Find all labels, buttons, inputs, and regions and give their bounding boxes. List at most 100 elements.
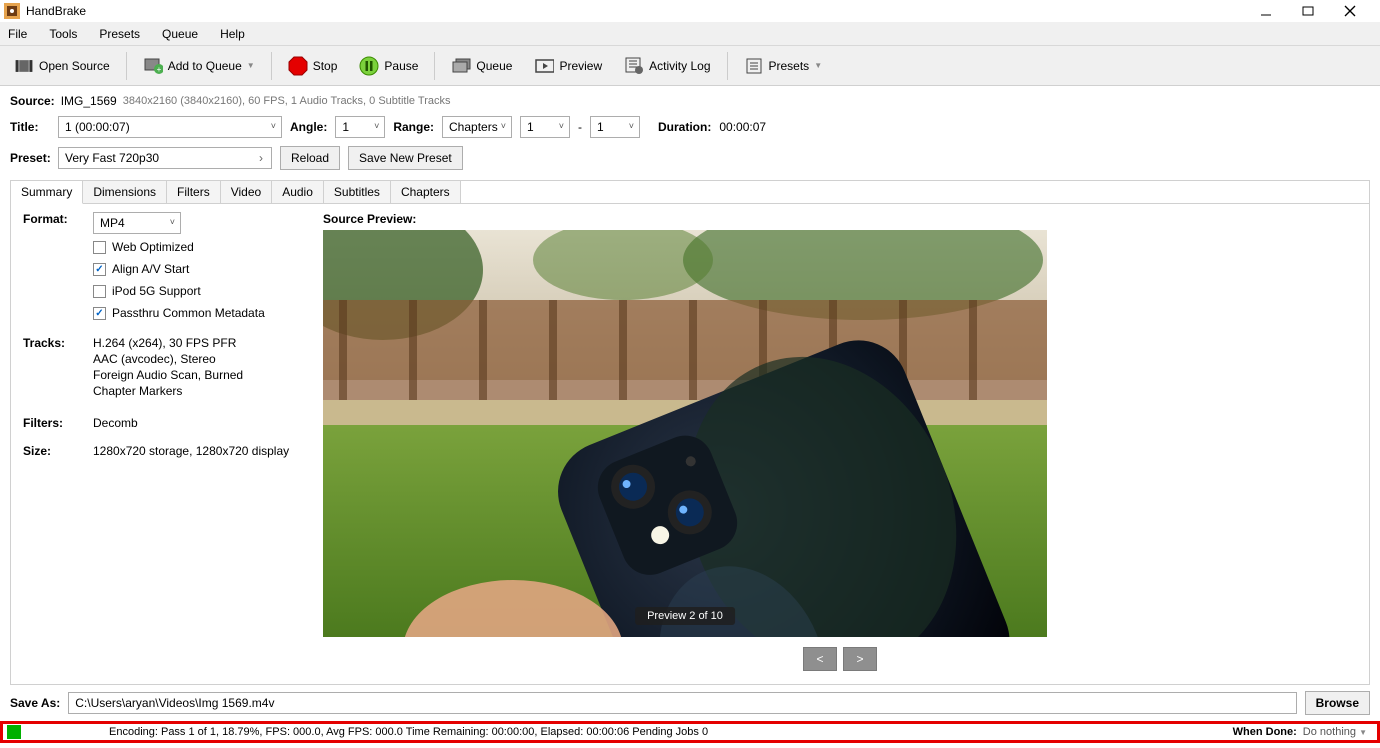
presets-label: Presets bbox=[769, 59, 810, 73]
menu-presets[interactable]: Presets bbox=[95, 25, 144, 43]
menu-queue[interactable]: Queue bbox=[158, 25, 202, 43]
angle-value: 1 bbox=[342, 120, 349, 134]
range-type-value: Chapters bbox=[449, 120, 498, 134]
checkbox-icon: ✓ bbox=[93, 263, 106, 276]
save-as-row: Save As: Browse bbox=[0, 685, 1380, 721]
toolbar-separator bbox=[271, 52, 272, 80]
tab-body-summary: Format: MP4 Web Optimized ✓ Align A/V Sta… bbox=[11, 204, 1369, 684]
toolbar-separator bbox=[727, 52, 728, 80]
track-line: AAC (avcodec), Stereo bbox=[93, 352, 323, 366]
preview-counter: Preview 2 of 10 bbox=[635, 607, 735, 625]
queue-button[interactable]: Queue bbox=[443, 54, 520, 78]
track-line: H.264 (x264), 30 FPS PFR bbox=[93, 336, 323, 350]
title-dropdown[interactable]: 1 (00:00:07) bbox=[58, 116, 282, 138]
minimize-button[interactable] bbox=[1260, 5, 1274, 17]
tab-audio[interactable]: Audio bbox=[272, 181, 324, 203]
check-align-av-label: Align A/V Start bbox=[112, 262, 189, 276]
tab-dimensions[interactable]: Dimensions bbox=[83, 181, 167, 203]
filters-label: Filters: bbox=[23, 416, 93, 430]
checkbox-icon bbox=[93, 241, 106, 254]
check-web-optimized-label: Web Optimized bbox=[112, 240, 194, 254]
size-value: 1280x720 storage, 1280x720 display bbox=[93, 444, 289, 458]
activity-log-icon bbox=[624, 56, 644, 76]
svg-text:+: + bbox=[156, 65, 161, 74]
preset-dropdown[interactable]: Very Fast 720p30 bbox=[58, 147, 272, 169]
preview-next-button[interactable]: > bbox=[843, 647, 877, 671]
duration-value: 00:00:07 bbox=[719, 120, 766, 134]
range-type-dropdown[interactable]: Chapters bbox=[442, 116, 512, 138]
range-label: Range: bbox=[393, 120, 434, 134]
source-preview-label: Source Preview: bbox=[323, 212, 1357, 226]
check-web-optimized[interactable]: Web Optimized bbox=[93, 240, 265, 254]
chevron-down-icon[interactable]: ▼ bbox=[247, 61, 255, 70]
tab-subtitles[interactable]: Subtitles bbox=[324, 181, 391, 203]
angle-label: Angle: bbox=[290, 120, 327, 134]
source-name: IMG_1569 bbox=[61, 94, 117, 108]
preset-value: Very Fast 720p30 bbox=[65, 151, 159, 165]
preview-prev-button[interactable]: < bbox=[803, 647, 837, 671]
chevron-down-icon[interactable]: ▼ bbox=[814, 61, 822, 70]
menu-help[interactable]: Help bbox=[216, 25, 249, 43]
tab-video[interactable]: Video bbox=[221, 181, 272, 203]
progress-indicator bbox=[7, 725, 21, 739]
preset-row: Preset: Very Fast 720p30 Reload Save New… bbox=[0, 142, 1380, 174]
activity-log-button[interactable]: Activity Log bbox=[616, 54, 718, 78]
preview-image bbox=[323, 230, 1047, 637]
stop-button[interactable]: Stop bbox=[280, 54, 346, 78]
tab-summary[interactable]: Summary bbox=[11, 181, 83, 204]
menu-tools[interactable]: Tools bbox=[45, 25, 81, 43]
queue-label: Queue bbox=[476, 59, 512, 73]
range-dash: - bbox=[578, 120, 582, 134]
angle-dropdown[interactable]: 1 bbox=[335, 116, 385, 138]
app-title: HandBrake bbox=[26, 4, 86, 18]
toolbar-separator bbox=[126, 52, 127, 80]
browse-button[interactable]: Browse bbox=[1305, 691, 1370, 715]
maximize-button[interactable] bbox=[1302, 5, 1316, 17]
presets-button[interactable]: Presets ▼ bbox=[736, 54, 831, 78]
save-new-preset-button[interactable]: Save New Preset bbox=[348, 146, 463, 170]
title-row: Title: 1 (00:00:07) Angle: 1 Range: Chap… bbox=[0, 112, 1380, 142]
source-preview: Preview 2 of 10 bbox=[323, 230, 1047, 637]
activity-log-label: Activity Log bbox=[649, 59, 710, 73]
preview-button[interactable]: Preview bbox=[526, 54, 610, 78]
status-bar: Encoding: Pass 1 of 1, 18.79%, FPS: 000.… bbox=[0, 721, 1380, 743]
tabs-container: Summary Dimensions Filters Video Audio S… bbox=[10, 180, 1370, 685]
check-ipod[interactable]: iPod 5G Support bbox=[93, 284, 265, 298]
format-value: MP4 bbox=[100, 216, 125, 230]
check-align-av[interactable]: ✓ Align A/V Start bbox=[93, 262, 265, 276]
size-label: Size: bbox=[23, 444, 93, 458]
summary-right-column: Source Preview: bbox=[323, 212, 1357, 672]
open-source-button[interactable]: Open Source bbox=[6, 54, 118, 78]
format-dropdown[interactable]: MP4 bbox=[93, 212, 181, 234]
duration-label: Duration: bbox=[658, 120, 711, 134]
when-done-label: When Done: bbox=[1233, 726, 1297, 738]
menu-file[interactable]: File bbox=[4, 25, 31, 43]
app-icon bbox=[4, 3, 20, 19]
range-from-dropdown[interactable]: 1 bbox=[520, 116, 570, 138]
presets-icon bbox=[744, 56, 764, 76]
tab-chapters[interactable]: Chapters bbox=[391, 181, 461, 203]
stop-icon bbox=[288, 56, 308, 76]
source-label: Source: bbox=[10, 94, 55, 108]
when-done-dropdown[interactable]: Do nothing ▼ bbox=[1303, 726, 1367, 738]
pause-button[interactable]: Pause bbox=[351, 54, 426, 78]
tracks-label: Tracks: bbox=[23, 336, 93, 350]
format-label: Format: bbox=[23, 212, 93, 226]
tab-bar: Summary Dimensions Filters Video Audio S… bbox=[11, 181, 1369, 204]
check-metadata[interactable]: ✓Passthru Common Metadata bbox=[93, 306, 265, 320]
toolbar: Open Source + Add to Queue ▼ Stop Pause … bbox=[0, 46, 1380, 86]
range-to-value: 1 bbox=[597, 120, 604, 134]
reload-button[interactable]: Reload bbox=[280, 146, 340, 170]
tab-filters[interactable]: Filters bbox=[167, 181, 221, 203]
preset-label: Preset: bbox=[10, 151, 50, 165]
close-button[interactable] bbox=[1344, 5, 1358, 17]
open-source-label: Open Source bbox=[39, 59, 110, 73]
range-to-dropdown[interactable]: 1 bbox=[590, 116, 640, 138]
add-to-queue-button[interactable]: + Add to Queue ▼ bbox=[135, 54, 263, 78]
queue-icon bbox=[451, 56, 471, 76]
preview-label: Preview bbox=[559, 59, 602, 73]
chevron-down-icon: ▼ bbox=[1359, 728, 1367, 737]
checkbox-icon bbox=[93, 285, 106, 298]
save-as-input[interactable] bbox=[68, 692, 1296, 714]
title-bar: HandBrake bbox=[0, 0, 1380, 22]
